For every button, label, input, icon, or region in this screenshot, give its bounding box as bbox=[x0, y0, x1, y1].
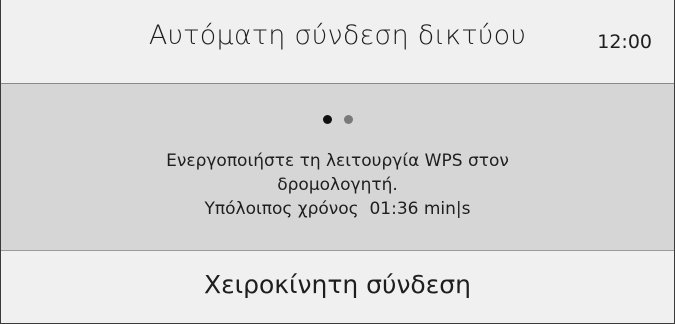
instruction-message: Ενεργοποιήστε τη λειτουργία WPS στον δρο… bbox=[1, 149, 674, 221]
remaining-time: Υπόλοιπος χρόνος 01:36 min|s bbox=[1, 197, 674, 221]
network-setup-screen: Αυτόματη σύνδεση δικτύου 12:00 Ενεργοποι… bbox=[0, 0, 675, 324]
instruction-line-1: Ενεργοποιήστε τη λειτουργία WPS στον bbox=[166, 151, 509, 171]
step-dot-active bbox=[322, 115, 332, 124]
instruction-line-2: δρομολογητή. bbox=[277, 175, 398, 195]
wps-instruction-panel: Ενεργοποιήστε τη λειτουργία WPS στον δρο… bbox=[1, 84, 674, 251]
manual-connection-button[interactable]: Χειροκίνητη σύνδεση bbox=[1, 270, 674, 299]
clock: 12:00 bbox=[597, 31, 652, 53]
remaining-time-label: Υπόλοιπος χρόνος bbox=[204, 199, 359, 219]
step-indicator bbox=[1, 115, 674, 124]
page-title: Αυτόματη σύνδεση δικτύου bbox=[148, 20, 527, 51]
step-dot-inactive bbox=[343, 115, 353, 124]
remaining-time-value: 01:36 min|s bbox=[369, 199, 471, 219]
header-bar: Αυτόματη σύνδεση δικτύου 12:00 bbox=[1, 0, 674, 84]
manual-connection-row[interactable]: Χειροκίνητη σύνδεση bbox=[1, 251, 674, 324]
